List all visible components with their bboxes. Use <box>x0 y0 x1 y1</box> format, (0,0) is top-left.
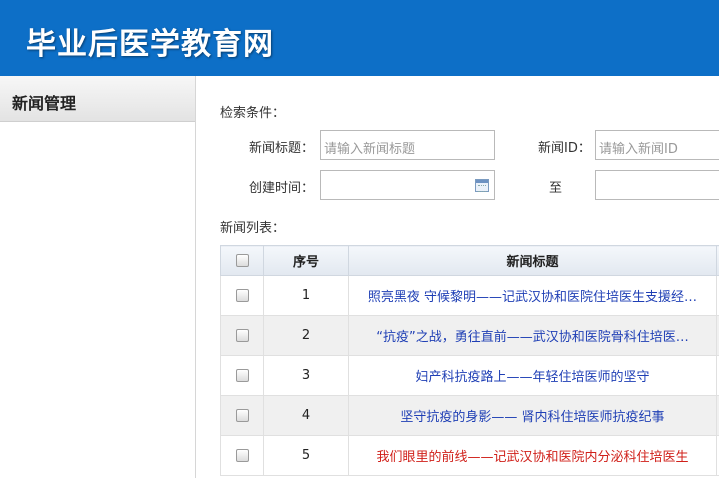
header-title: 新闻标题 <box>348 245 717 276</box>
table-header-row: 序号 新闻标题 <box>220 245 719 276</box>
row-no: 2 <box>263 315 349 356</box>
news-table: 序号 新闻标题 1 照亮黑夜 守候黎明——记武汉协和医院住培医生支援经… 2 “… <box>220 245 719 476</box>
select-all-checkbox[interactable] <box>235 254 249 267</box>
news-title-label: 新闻标题： <box>249 141 315 156</box>
news-id-input[interactable]: 请输入新闻ID <box>595 130 719 160</box>
table-row: 3 妇产科抗疫路上——年轻住培医师的坚守 <box>220 355 719 396</box>
row-checkbox-cell <box>220 435 264 476</box>
row-no: 4 <box>263 395 349 436</box>
row-checkbox[interactable] <box>235 409 249 422</box>
sidebar-item-label: 新闻管理 <box>12 94 77 113</box>
row-checkbox[interactable] <box>235 329 249 342</box>
row-checkbox[interactable] <box>235 369 249 382</box>
created-time-label: 创建时间： <box>249 181 315 196</box>
header-checkbox-cell <box>220 245 264 276</box>
header-no: 序号 <box>263 245 349 276</box>
created-time-start-input[interactable] <box>320 170 495 200</box>
row-no: 3 <box>263 355 349 396</box>
table-row: 1 照亮黑夜 守候黎明——记武汉协和医院住培医生支援经… <box>220 275 719 316</box>
row-title-link[interactable]: 妇产科抗疫路上——年轻住培医师的坚守 <box>348 355 717 396</box>
row-title-link[interactable]: 坚守抗疫的身影—— 肾内科住培医师抗疫纪事 <box>348 395 717 436</box>
news-title-input[interactable]: 请输入新闻标题 <box>320 130 495 160</box>
row-checkbox-cell <box>220 275 264 316</box>
row-checkbox-cell <box>220 395 264 436</box>
search-section-label: 检索条件： <box>220 106 286 121</box>
row-title-link[interactable]: “抗疫”之战，勇往直前——武汉协和医院骨科住培医… <box>348 315 717 356</box>
calendar-icon[interactable] <box>475 179 489 192</box>
site-title: 毕业后医学教育网 <box>26 27 274 62</box>
date-range-to-label: 至 <box>549 181 563 196</box>
app-header: 毕业后医学教育网 <box>0 0 719 76</box>
row-title-link[interactable]: 照亮黑夜 守候黎明——记武汉协和医院住培医生支援经… <box>348 275 717 316</box>
news-id-label: 新闻ID： <box>538 141 591 156</box>
row-checkbox-cell <box>220 315 264 356</box>
row-checkbox[interactable] <box>235 289 249 302</box>
table-row: 4 坚守抗疫的身影—— 肾内科住培医师抗疫纪事 <box>220 395 719 436</box>
sidebar-item-news-management[interactable]: 新闻管理 <box>0 76 195 122</box>
row-no: 1 <box>263 275 349 316</box>
row-no: 5 <box>263 435 349 476</box>
sidebar: 新闻管理 <box>0 76 196 478</box>
news-list-label: 新闻列表： <box>220 221 286 236</box>
row-checkbox[interactable] <box>235 449 249 462</box>
main-content: 检索条件： 新闻标题： 请输入新闻标题 新闻ID： 请输入新闻ID 创建时间： … <box>197 76 719 478</box>
table-row: 5 我们眼里的前线——记武汉协和医院内分泌科住培医生 <box>220 435 719 476</box>
table-row: 2 “抗疫”之战，勇往直前——武汉协和医院骨科住培医… <box>220 315 719 356</box>
created-time-end-input[interactable] <box>595 170 719 200</box>
row-checkbox-cell <box>220 355 264 396</box>
row-title-link[interactable]: 我们眼里的前线——记武汉协和医院内分泌科住培医生 <box>348 435 717 476</box>
